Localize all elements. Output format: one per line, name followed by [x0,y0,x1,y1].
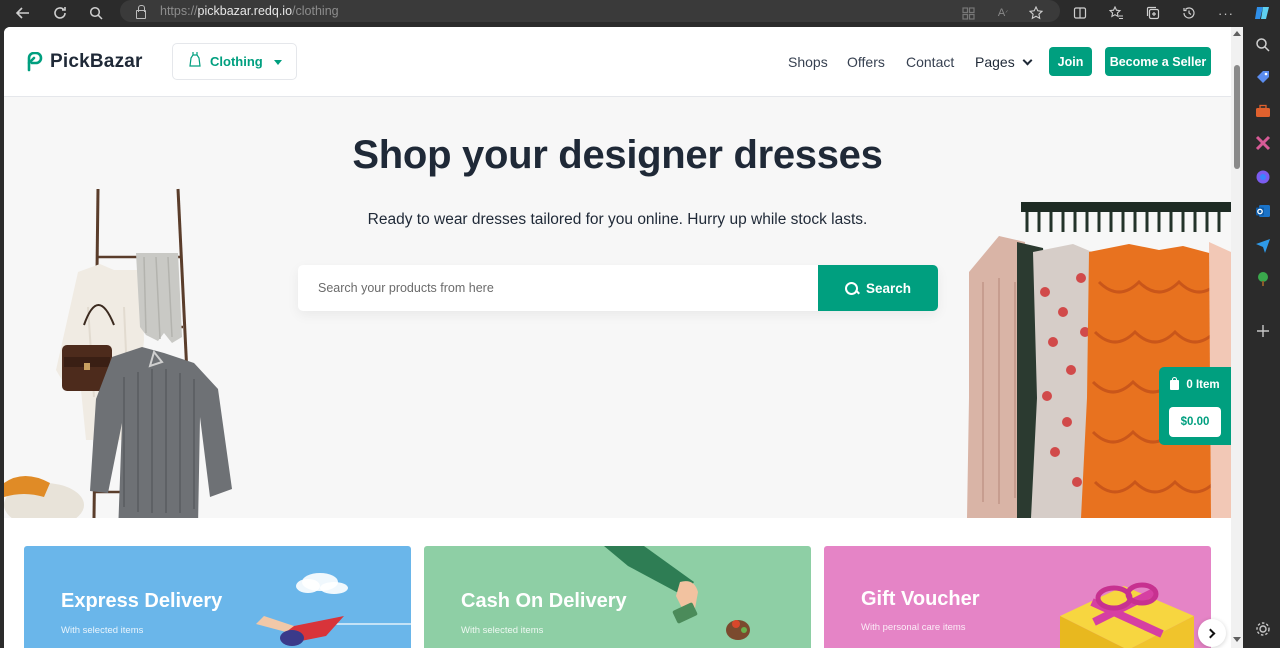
copilot-sidebar-icon[interactable] [1254,168,1272,186]
product-search: Search [298,265,938,311]
cart-count: 0 Item [1159,377,1231,391]
send-icon[interactable] [1254,236,1272,254]
promo-card-express-delivery[interactable]: Express Delivery With selected items [24,546,411,648]
caret-down-icon [274,60,282,65]
promo-subtitle: With selected items [461,625,544,636]
nav-pages-dropdown[interactable]: Pages [975,54,1033,70]
carousel-next-button[interactable] [1198,619,1226,647]
collections-icon[interactable] [1143,3,1163,23]
favorite-star-icon[interactable] [1026,3,1046,23]
promo-title: Gift Voucher [861,588,980,610]
games-icon[interactable] [1254,134,1272,152]
tree-icon[interactable] [1254,270,1272,288]
copilot-icon[interactable] [1252,3,1272,23]
logo-icon [24,51,44,72]
browser-toolbar: https:// pickbazar.redq.io /clothing Aᐟ … [0,0,1280,26]
shopping-bag-icon [1170,377,1180,390]
web-page: PickBazar Clothing Shops Offers Contact … [4,27,1231,648]
hero-subtitle: Ready to wear dresses tailored for you o… [367,211,868,228]
logo-text: PickBazar [50,51,143,72]
lock-icon [134,5,146,19]
promo-subtitle: With personal care items [861,622,966,633]
promo-title: Express Delivery [61,590,223,612]
promo-subtitle: With selected items [61,625,144,636]
url-path: /clothing [292,4,339,18]
refresh-icon[interactable] [50,3,70,23]
url-host: pickbazar.redq.io [197,4,293,18]
search-button[interactable]: Search [818,265,938,311]
nav-contact[interactable]: Contact [906,54,954,70]
search-input[interactable] [298,265,818,311]
category-label: Clothing [210,54,263,69]
search-icon [844,281,858,295]
outlook-icon[interactable] [1254,202,1272,220]
add-icon[interactable] [1254,322,1272,340]
history-icon[interactable] [1179,3,1199,23]
url-scheme: https:// [160,4,198,18]
promo-carousel: Express Delivery With selected items Cas… [4,518,1231,648]
become-seller-button[interactable]: Become a Seller [1105,47,1211,76]
address-bar[interactable]: https:// pickbazar.redq.io /clothing [120,0,1060,22]
scroll-down-arrow-icon[interactable] [1233,637,1241,642]
read-aloud-icon[interactable]: Aᐟ [993,3,1013,23]
category-dropdown[interactable]: Clothing [172,43,297,80]
nav-pages-label: Pages [975,54,1015,70]
search-icon[interactable] [86,3,106,23]
hero-banner: Shop your designer dresses Ready to wear… [4,97,1231,518]
shopping-tag-icon[interactable] [1254,68,1272,86]
tools-briefcase-icon[interactable] [1254,102,1272,120]
sidebar-search-icon[interactable] [1254,36,1272,54]
chevron-right-icon [1205,628,1216,638]
cart-total: $0.00 [1169,407,1221,437]
scroll-up-arrow-icon[interactable] [1233,31,1241,36]
dress-rack-image [959,182,1231,518]
clothes-ladder-image [4,187,254,518]
scrollbar-thumb[interactable] [1234,65,1240,169]
promo-title: Cash On Delivery [461,590,627,612]
search-button-label: Search [865,280,912,296]
cart-items-label: 0 Item [1186,379,1220,391]
promo-card-cash-on-delivery[interactable]: Cash On Delivery With selected items [424,546,811,648]
nav-offers[interactable]: Offers [847,54,885,70]
chevron-down-icon [1022,55,1033,65]
site-logo[interactable]: PickBazar [24,51,143,73]
page-scrollbar[interactable] [1231,27,1243,648]
favorites-icon[interactable] [1106,3,1126,23]
promo-card-gift-voucher[interactable]: Gift Voucher With personal care items [824,546,1211,648]
more-menu-icon[interactable]: ··· [1216,3,1236,23]
apps-grid-icon[interactable] [958,3,978,23]
back-arrow-icon[interactable] [13,3,33,23]
dress-icon [189,51,201,72]
browser-side-panel [1246,26,1280,648]
site-header: PickBazar Clothing Shops Offers Contact … [4,27,1231,97]
hero-title: Shop your designer dresses [352,133,883,177]
cart-widget[interactable]: 0 Item $0.00 [1159,367,1231,445]
settings-gear-icon[interactable] [1254,620,1272,638]
split-screen-icon[interactable] [1070,3,1090,23]
join-button[interactable]: Join [1049,47,1092,76]
nav-shops[interactable]: Shops [788,54,828,70]
